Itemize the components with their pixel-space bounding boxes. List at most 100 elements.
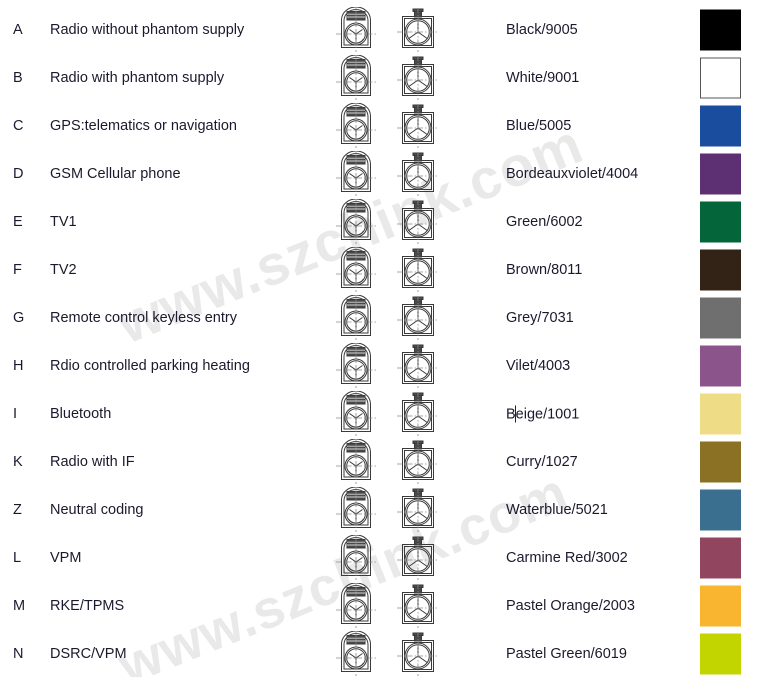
color-swatch	[700, 585, 741, 627]
row-code: L	[13, 549, 22, 566]
row-description: Remote control keyless entry	[50, 309, 237, 326]
table-row: M RKE/TPMS Pastel Orange/2003	[0, 582, 771, 630]
table-row: E TV1 Green/6002	[0, 198, 771, 246]
row-description: TV2	[50, 261, 77, 278]
row-color-name: Black/9005	[506, 21, 578, 38]
connector-pin-housing-icon	[335, 439, 377, 485]
table-row: G Remote control keyless entry Grey/7031	[0, 294, 771, 342]
row-description: VPM	[50, 549, 82, 566]
color-swatch	[700, 345, 741, 387]
color-swatch	[700, 633, 741, 675]
row-color-name: Brown/8011	[506, 261, 583, 278]
color-swatch	[700, 393, 741, 435]
row-code: Z	[13, 501, 22, 518]
row-code: B	[13, 69, 23, 86]
table-row: I Bluetooth Beige/1001	[0, 390, 771, 438]
row-description: Radio without phantom supply	[50, 21, 245, 38]
connector-pin-housing-icon	[335, 7, 377, 53]
row-color-name: Pastel Green/6019	[506, 645, 627, 662]
color-swatch	[700, 297, 741, 339]
connector-round-housing-icon	[396, 103, 440, 149]
row-code: N	[13, 645, 24, 662]
color-swatch	[700, 153, 741, 195]
table-row: H Rdio controlled parking heating Vilet/…	[0, 342, 771, 390]
coding-table-page: www.szchink.com www.szchink.com A Radio w…	[0, 0, 771, 677]
table-row: F TV2 Brown/8011	[0, 246, 771, 294]
connector-round-housing-icon	[396, 535, 440, 581]
connector-pin-housing-icon	[335, 199, 377, 245]
text-caret	[515, 405, 517, 423]
row-description: DSRC/VPM	[50, 645, 127, 662]
coding-table-rows: A Radio without phantom supply Black/900…	[0, 0, 771, 677]
connector-round-housing-icon	[396, 487, 440, 533]
row-color-name: Bordeauxviolet/4004	[506, 165, 639, 182]
connector-round-housing-icon	[396, 295, 440, 341]
table-row: L VPM Carmine Red/3002	[0, 534, 771, 582]
connector-round-housing-icon	[396, 7, 440, 53]
table-row: N DSRC/VPM Pastel Green/6019	[0, 630, 771, 677]
row-color-name: Pastel Orange/2003	[506, 597, 635, 614]
row-code: G	[13, 309, 25, 326]
connector-pin-housing-icon	[335, 631, 377, 677]
row-code: M	[13, 597, 26, 614]
connector-pin-housing-icon	[335, 535, 377, 581]
row-color-name: Grey/7031	[506, 309, 574, 326]
row-code: E	[13, 213, 23, 230]
color-swatch	[700, 249, 741, 291]
row-code: I	[13, 405, 18, 422]
row-color-name: Curry/1027	[506, 453, 578, 470]
row-description: Radio with IF	[50, 453, 135, 470]
row-description: Radio with phantom supply	[50, 69, 225, 86]
connector-pin-housing-icon	[335, 55, 377, 101]
connector-round-housing-icon	[396, 583, 440, 629]
table-row: B Radio with phantom supply White/9001	[0, 54, 771, 102]
row-code: F	[13, 261, 22, 278]
connector-pin-housing-icon	[335, 151, 377, 197]
row-code: C	[13, 117, 24, 134]
table-row: C GPS:telematics or navigation Blue/5005	[0, 102, 771, 150]
connector-pin-housing-icon	[335, 343, 377, 389]
row-code: D	[13, 165, 24, 182]
color-swatch	[700, 489, 741, 531]
connector-pin-housing-icon	[335, 583, 377, 629]
color-swatch	[700, 441, 741, 483]
table-row: A Radio without phantom supply Black/900…	[0, 6, 771, 54]
row-color-name: Waterblue/5021	[506, 501, 608, 518]
row-description: GSM Cellular phone	[50, 165, 181, 182]
connector-pin-housing-icon	[335, 103, 377, 149]
row-code: H	[13, 357, 24, 374]
row-color-name: Vilet/4003	[506, 357, 571, 374]
table-row: D GSM Cellular phone Bordeauxviolet/4004	[0, 150, 771, 198]
connector-round-housing-icon	[396, 199, 440, 245]
color-swatch	[700, 201, 741, 243]
row-description: RKE/TPMS	[50, 597, 125, 614]
connector-round-housing-icon	[396, 631, 440, 677]
row-color-name: Beige/1001	[506, 405, 580, 423]
row-description: Rdio controlled parking heating	[50, 357, 250, 374]
row-description: GPS:telematics or navigation	[50, 117, 237, 134]
connector-pin-housing-icon	[335, 247, 377, 293]
connector-round-housing-icon	[396, 343, 440, 389]
row-color-name: Blue/5005	[506, 117, 572, 134]
connector-pin-housing-icon	[335, 487, 377, 533]
row-description: Bluetooth	[50, 405, 112, 422]
connector-round-housing-icon	[396, 439, 440, 485]
table-row: K Radio with IF Curry/1027	[0, 438, 771, 486]
row-code: K	[13, 453, 23, 470]
connector-round-housing-icon	[396, 55, 440, 101]
connector-round-housing-icon	[396, 391, 440, 437]
connector-pin-housing-icon	[335, 391, 377, 437]
color-swatch	[700, 57, 741, 99]
table-row: Z Neutral coding Waterblue/5021	[0, 486, 771, 534]
row-color-name: Green/6002	[506, 213, 583, 230]
color-swatch	[700, 537, 741, 579]
row-color-name: Carmine Red/3002	[506, 549, 628, 566]
connector-round-housing-icon	[396, 151, 440, 197]
row-color-name: White/9001	[506, 69, 580, 86]
color-swatch	[700, 9, 741, 51]
row-description: Neutral coding	[50, 501, 144, 518]
connector-round-housing-icon	[396, 247, 440, 293]
row-code: A	[13, 21, 23, 38]
connector-pin-housing-icon	[335, 295, 377, 341]
color-swatch	[700, 105, 741, 147]
